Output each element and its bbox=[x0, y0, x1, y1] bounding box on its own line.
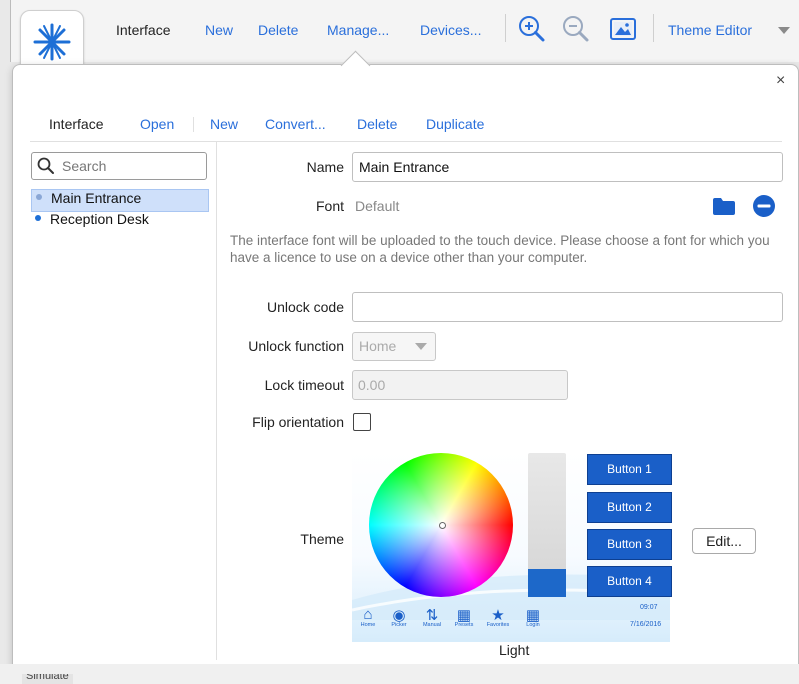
duplicate-button[interactable]: Duplicate bbox=[426, 116, 484, 132]
convert-button[interactable]: Convert... bbox=[265, 116, 326, 132]
brightness-slider-level bbox=[528, 569, 566, 597]
tab-caption: Manual bbox=[422, 622, 442, 628]
home-icon: ⌂ bbox=[363, 606, 373, 623]
chevron-down-icon[interactable] bbox=[778, 27, 790, 35]
flip-orientation-checkbox[interactable] bbox=[353, 413, 371, 431]
font-note: The interface font will be uploaded to t… bbox=[230, 233, 770, 265]
preview-button-2: Button 2 bbox=[587, 492, 672, 523]
preview-button-3: Button 3 bbox=[587, 529, 672, 560]
sidebar-divider bbox=[216, 142, 217, 660]
tab-interface: Interface bbox=[49, 116, 104, 132]
devices-button[interactable]: Devices... bbox=[420, 22, 481, 38]
name-field[interactable]: Main Entrance bbox=[352, 152, 783, 182]
unlock-code-field[interactable] bbox=[352, 292, 783, 322]
tab-caption: Favorites bbox=[486, 622, 510, 628]
toolbar-separator bbox=[653, 14, 654, 42]
tab-caption: Presets bbox=[454, 622, 474, 628]
simulate-tab[interactable]: Simulate bbox=[22, 674, 73, 684]
name-label: Name bbox=[306, 159, 344, 175]
search-icon bbox=[37, 157, 54, 174]
new-interface-button[interactable]: New bbox=[210, 116, 238, 132]
remove-icon[interactable] bbox=[752, 194, 776, 218]
status-dot bbox=[36, 194, 42, 201]
manage-button[interactable]: Manage... bbox=[327, 22, 389, 38]
folder-icon[interactable] bbox=[712, 196, 736, 216]
theme-label: Theme bbox=[300, 531, 344, 547]
unlock-function-select[interactable]: Home bbox=[352, 332, 436, 361]
zoom-in-icon[interactable] bbox=[516, 14, 546, 44]
tab-separator bbox=[193, 117, 194, 132]
font-label: Font bbox=[315, 198, 344, 214]
delete-interface-button[interactable]: Delete bbox=[357, 116, 397, 132]
image-icon[interactable] bbox=[608, 14, 638, 44]
delete-button[interactable]: Delete bbox=[258, 22, 298, 38]
tab-caption: Home bbox=[360, 622, 376, 628]
lock-timeout-label: Lock timeout bbox=[264, 377, 344, 393]
chevron-down-icon bbox=[415, 343, 427, 350]
open-button[interactable]: Open bbox=[140, 116, 174, 132]
theme-name: Light bbox=[499, 642, 530, 658]
tab-caption: Login bbox=[526, 622, 540, 628]
lock-timeout-field[interactable]: 0.00 bbox=[352, 370, 568, 400]
name-value: Main Entrance bbox=[359, 159, 450, 175]
unlock-function-label: Unlock function bbox=[248, 338, 344, 354]
flip-orientation-label: Flip orientation bbox=[252, 414, 344, 430]
tab-divider bbox=[30, 141, 782, 142]
list-item-label: Reception Desk bbox=[50, 211, 149, 227]
font-value: Default bbox=[355, 198, 400, 214]
tab-caption: Picker bbox=[391, 622, 407, 628]
unlock-function-value: Home bbox=[359, 338, 397, 354]
theme-edit-button[interactable]: Edit... bbox=[692, 528, 756, 554]
bottom-bar bbox=[0, 664, 799, 684]
list-item-label: Main Entrance bbox=[51, 190, 142, 206]
close-button[interactable]: × bbox=[776, 72, 785, 90]
search-placeholder: Search bbox=[62, 158, 107, 174]
search-input[interactable]: Search bbox=[31, 152, 207, 180]
list-item-main-entrance[interactable]: Main Entrance bbox=[31, 189, 209, 212]
status-dot bbox=[35, 215, 41, 222]
preview-date: 7/16/2016 bbox=[630, 621, 662, 628]
zoom-out-icon[interactable] bbox=[560, 14, 590, 44]
unlock-code-label: Unlock code bbox=[266, 299, 344, 315]
preview-button-1: Button 1 bbox=[587, 454, 672, 485]
lock-timeout-value: 0.00 bbox=[358, 377, 386, 393]
color-wheel-handle[interactable] bbox=[439, 522, 446, 529]
preview-time: 09:07 bbox=[640, 604, 658, 611]
list-item-reception-desk[interactable]: Reception Desk bbox=[31, 211, 207, 232]
theme-editor-select[interactable]: Theme Editor bbox=[668, 22, 752, 38]
toolbar-separator bbox=[505, 14, 506, 42]
toolbar-title: Interface bbox=[116, 22, 171, 38]
new-button[interactable]: New bbox=[205, 22, 233, 38]
preview-button-4: Button 4 bbox=[587, 566, 672, 597]
